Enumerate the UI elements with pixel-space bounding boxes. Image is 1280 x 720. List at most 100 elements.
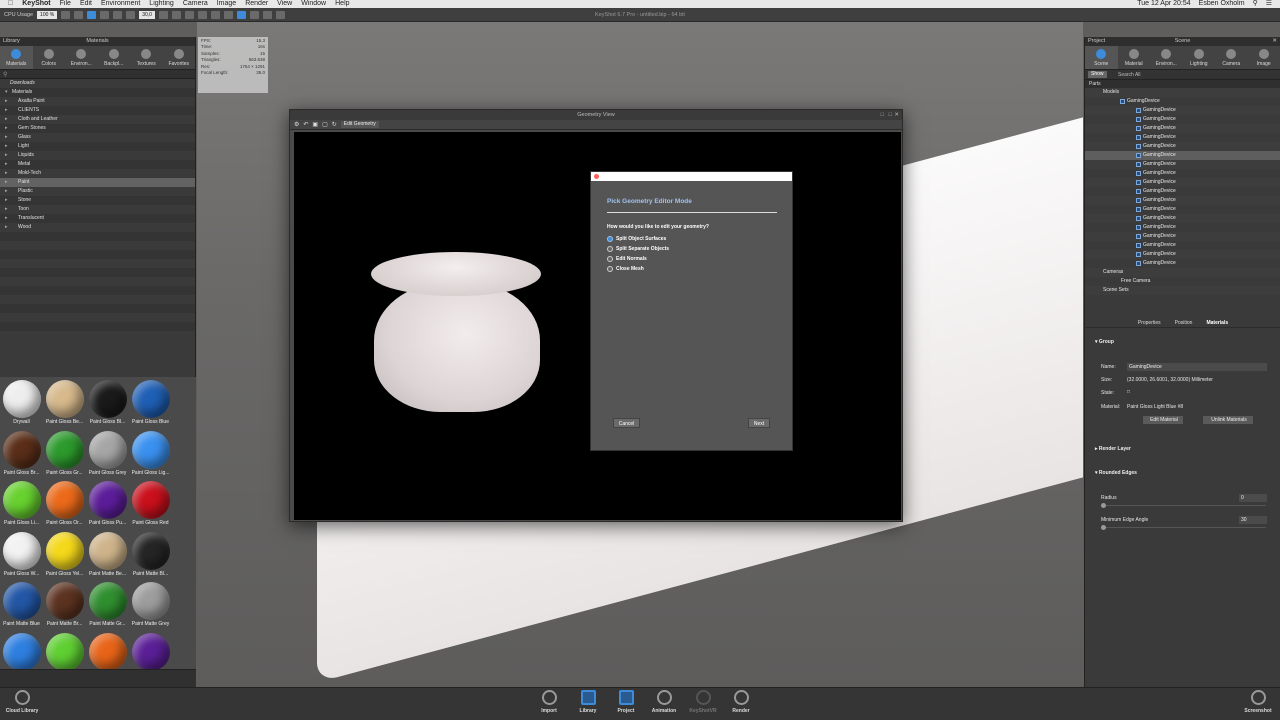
chevron-right-icon[interactable]: ▸	[5, 142, 8, 151]
radius-slider[interactable]	[1101, 505, 1266, 506]
scene-tree-item[interactable]: GamingDevice	[1085, 223, 1280, 232]
close-icon[interactable]: ✕	[894, 110, 899, 120]
keyshotvr-button[interactable]: KeyShotVR	[683, 690, 723, 714]
scene-tree-item[interactable]: GamingDevice	[1085, 133, 1280, 142]
visibility-checkbox[interactable]	[1136, 261, 1141, 266]
material-thumbnail[interactable]: Paint Gloss Or...	[43, 478, 86, 529]
scene-search-input[interactable]: Search All	[1118, 72, 1141, 78]
tab-colors[interactable]: Colors	[33, 46, 66, 69]
scene-tree-item[interactable]: Free Camera	[1085, 277, 1280, 286]
tree-item[interactable]: ▸ Stone	[0, 196, 195, 205]
menu-window[interactable]: Window	[301, 0, 326, 8]
material-thumbnail[interactable]: Paint Gloss Br...	[0, 428, 43, 479]
tab-environment[interactable]: Environ...	[1150, 46, 1183, 69]
scene-tree-item[interactable]: GamingDevice	[1085, 187, 1280, 196]
library-search-input[interactable]: ⚲	[0, 70, 195, 79]
chevron-right-icon[interactable]: ▸	[5, 214, 8, 223]
chevron-right-icon[interactable]: ▸	[5, 133, 8, 142]
scene-tree-item[interactable]: GamingDevice	[1085, 97, 1280, 106]
scene-tree-item[interactable]: GamingDevice	[1085, 115, 1280, 124]
material-thumbnail[interactable]: Paint Gloss Be...	[43, 377, 86, 428]
tree-item[interactable]: ▸ Plastic	[0, 187, 195, 196]
material-thumbnail[interactable]: Paint Gloss Yel...	[43, 529, 86, 580]
chevron-right-icon[interactable]: ▸	[5, 187, 8, 196]
material-thumbnail[interactable]: Paint Matte Blue	[0, 579, 43, 630]
tree-item[interactable]: ▾ Materials	[0, 88, 195, 97]
scene-tree-item[interactable]: Cameras	[1085, 268, 1280, 277]
chevron-right-icon[interactable]: ▸	[5, 106, 8, 115]
tree-item[interactable]: ▸ Mold-Tech	[0, 169, 195, 178]
material-thumbnail[interactable]: Paint Matte Gr...	[86, 579, 129, 630]
window-min-icon[interactable]: □	[881, 110, 884, 120]
option-split-objects[interactable]: Split Separate Objects	[607, 246, 669, 252]
visibility-checkbox[interactable]	[1136, 225, 1141, 230]
radio-icon[interactable]	[607, 266, 613, 272]
menu-help[interactable]: Help	[335, 0, 349, 8]
visibility-checkbox[interactable]	[1136, 153, 1141, 158]
scene-tree-item[interactable]: GamingDevice	[1085, 232, 1280, 241]
scene-tree-item[interactable]: Scene Sets	[1085, 286, 1280, 295]
visibility-checkbox[interactable]	[1136, 234, 1141, 239]
tree-item[interactable]: ▸ Gem Stones	[0, 124, 195, 133]
min-edge-slider[interactable]	[1101, 527, 1266, 528]
close-dot-icon[interactable]	[594, 174, 599, 179]
radius-slider-handle[interactable]	[1101, 503, 1106, 508]
scene-tree-item[interactable]: GamingDevice	[1085, 151, 1280, 160]
tree-item[interactable]: ▸ Liquids	[0, 151, 195, 160]
material-thumbnail[interactable]: Paint Gloss Blue	[129, 377, 172, 428]
scene-tree-item[interactable]: Models	[1085, 88, 1280, 97]
tab-material[interactable]: Material	[1118, 46, 1151, 69]
menu-lighting[interactable]: Lighting	[149, 0, 174, 8]
visibility-checkbox[interactable]	[1136, 207, 1141, 212]
tab-favorites[interactable]: Favorites	[163, 46, 196, 69]
visibility-checkbox[interactable]	[1120, 99, 1125, 104]
radio-icon[interactable]	[607, 256, 613, 262]
material-thumbnail[interactable]: Paint Gloss Bl...	[86, 377, 129, 428]
tree-item[interactable]: ▸ Translucent	[0, 214, 195, 223]
animation-button[interactable]: Animation	[644, 690, 684, 714]
apple-icon[interactable]: 	[8, 0, 13, 8]
scene-tree-item[interactable]: GamingDevice	[1085, 106, 1280, 115]
visibility-checkbox[interactable]	[1136, 216, 1141, 221]
cloud-library-button[interactable]: Cloud Library	[2, 690, 42, 714]
tab-camera[interactable]: Camera	[1215, 46, 1248, 69]
radio-icon[interactable]	[607, 236, 613, 242]
scene-tree-item[interactable]: GamingDevice	[1085, 124, 1280, 133]
gear-icon[interactable]: ⚙	[294, 121, 299, 128]
material-thumbnail[interactable]: Paint Gloss Gr...	[43, 428, 86, 479]
tab-properties[interactable]: Properties	[1138, 318, 1161, 327]
radius-field[interactable]: 0	[1239, 494, 1267, 502]
edit-geometry-button[interactable]: Edit Geometry	[340, 121, 379, 128]
refresh-icon[interactable]: ↻	[332, 121, 337, 128]
min-edge-angle-field[interactable]: 30	[1239, 516, 1267, 524]
camera-icon[interactable]: ▣	[312, 121, 318, 128]
chevron-right-icon[interactable]: ▸	[5, 151, 8, 160]
menu-image[interactable]: Image	[217, 0, 236, 8]
tab-image[interactable]: Image	[1248, 46, 1280, 69]
clock[interactable]: Tue 12 Apr 20:54	[1137, 0, 1190, 8]
library-button[interactable]: Library	[568, 690, 608, 714]
visibility-checkbox[interactable]	[1136, 180, 1141, 185]
tree-item[interactable]: ▸ Axalta Paint	[0, 97, 195, 106]
rounded-edges-section[interactable]: ▾ Rounded Edges	[1095, 470, 1137, 476]
tab-position[interactable]: Position	[1175, 318, 1193, 327]
material-thumbnail[interactable]: Paint Gloss W...	[0, 529, 43, 580]
chevron-right-icon[interactable]: ▸	[5, 178, 8, 187]
user-name[interactable]: Esben Oxholm	[1199, 0, 1245, 8]
material-thumbnail[interactable]: Paint Gloss Pu...	[86, 478, 129, 529]
tab-backplates[interactable]: Backpl...	[98, 46, 131, 69]
search-icon[interactable]: ⚲	[1253, 0, 1258, 8]
menu-camera[interactable]: Camera	[183, 0, 208, 8]
chevron-right-icon[interactable]: ▸	[5, 97, 8, 106]
material-thumbnail[interactable]: Paint Gloss Li...	[0, 478, 43, 529]
chevron-right-icon[interactable]: ▸	[5, 160, 8, 169]
visibility-checkbox[interactable]	[1136, 171, 1141, 176]
radio-icon[interactable]	[607, 246, 613, 252]
group-section[interactable]: ▾ Group	[1095, 339, 1114, 345]
menu-environment[interactable]: Environment	[101, 0, 140, 8]
material-thumbnail[interactable]: Drywall	[0, 377, 43, 428]
render-layer-section[interactable]: ▸ Render Layer	[1095, 446, 1131, 452]
visibility-checkbox[interactable]	[1136, 252, 1141, 257]
menu-edit[interactable]: Edit	[80, 0, 92, 8]
scene-tree-item[interactable]: GamingDevice	[1085, 196, 1280, 205]
